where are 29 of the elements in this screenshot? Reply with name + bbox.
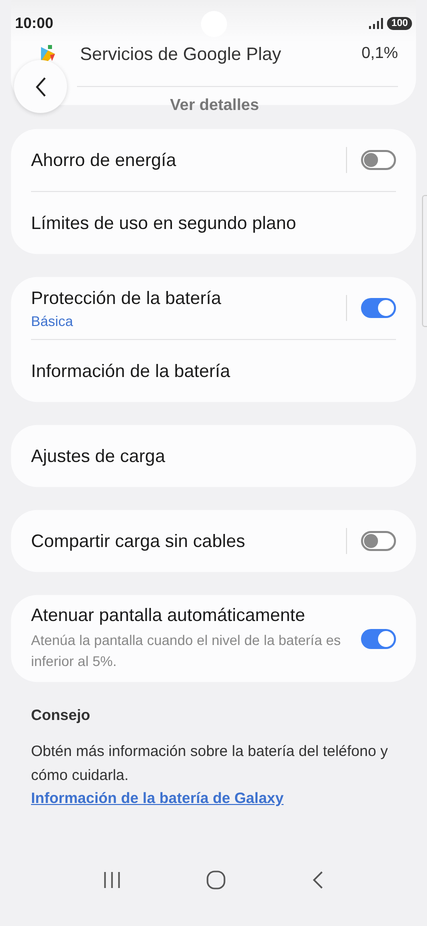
toggle-switch[interactable]	[361, 298, 396, 318]
setting-title: Límites de uso en segundo plano	[31, 212, 298, 234]
signal-icon	[369, 18, 384, 28]
setting-title: Ajustes de carga	[31, 446, 166, 466]
back-icon	[34, 76, 48, 98]
tip-text: Obtén más información sobre la batería del teléfono y cómo cuidarla.	[31, 742, 389, 786]
setting-title: Información de la batería	[31, 360, 232, 382]
toggle-switch[interactable]	[361, 628, 396, 648]
setting-row[interactable]: Ahorro de energía	[31, 129, 396, 191]
setting-description: Atenúa la pantalla cuando el nivel de la batería es inferior al 5%.	[31, 631, 342, 671]
recents-icon[interactable]	[102, 871, 121, 889]
setting-row[interactable]: Límites de uso en segundo plano	[31, 192, 396, 254]
details-button[interactable]: Ver detalles	[162, 93, 267, 119]
home-icon[interactable]	[206, 870, 226, 890]
toggle-switch[interactable]	[361, 150, 396, 170]
usage-percent: 0,1%	[362, 45, 398, 63]
app-name: Servicios de Google Play	[80, 44, 282, 64]
setting-status: Básica	[31, 312, 74, 328]
setting-title: Ahorro de energía	[31, 150, 178, 170]
setting-title: Compartir carga sin cables	[31, 530, 246, 552]
status-time: 10:00	[15, 14, 54, 32]
setting-row[interactable]: Protección de la batería Básica	[31, 277, 396, 339]
setting-title: Atenuar pantalla automáticamente	[31, 605, 306, 626]
info-link[interactable]: Información de la batería de Galaxy	[31, 790, 284, 807]
back-icon[interactable]	[312, 870, 324, 890]
toggle-switch[interactable]	[361, 531, 396, 551]
tip-heading: Consejo	[31, 707, 92, 724]
setting-title: Protección de la batería	[31, 288, 222, 308]
setting-row[interactable]: Información de la batería	[31, 340, 396, 402]
